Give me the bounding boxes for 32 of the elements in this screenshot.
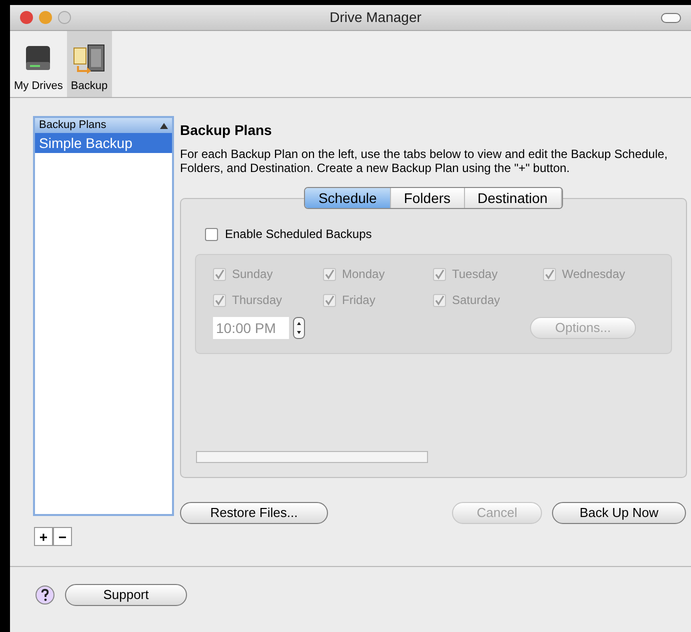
stepper-icon[interactable] xyxy=(293,317,305,339)
sort-arrow-icon xyxy=(160,122,168,128)
checkbox-label: Saturday xyxy=(452,292,500,309)
section-heading: Backup Plans xyxy=(180,121,273,140)
checkbox-label: Tuesday xyxy=(452,266,498,283)
checkbox-label: Friday xyxy=(342,292,376,309)
close-button[interactable] xyxy=(20,11,33,24)
backup-icon xyxy=(71,42,108,74)
tab[interactable]: Schedule xyxy=(305,188,391,208)
list-item[interactable]: Simple Backup xyxy=(35,133,172,153)
description: For each Backup Plan on the left, use the tabs below to view and edit the Backup Schedule, Folders, and Destination. Create a new Backup Plan using the "+" button. xyxy=(180,147,669,175)
column-header[interactable]: Backup Plans xyxy=(35,118,172,133)
checkbox-label: Enable Scheduled Backups xyxy=(225,226,372,243)
checkbox-label: Sunday xyxy=(232,266,273,283)
help-icon[interactable] xyxy=(35,585,55,605)
action-button[interactable]: Back Up Now xyxy=(552,502,686,524)
list-button[interactable]: − xyxy=(53,527,72,546)
checkbox-label: Monday xyxy=(342,266,385,283)
toolbar-item[interactable]: Backup xyxy=(66,31,112,97)
support-button[interactable]: Support xyxy=(65,584,187,606)
tab[interactable]: Destination xyxy=(464,188,562,208)
checkbox-label: Thursday xyxy=(232,292,282,309)
toolbar-item[interactable]: My Drives xyxy=(10,31,67,97)
checkbox-label: Wednesday xyxy=(562,266,626,283)
minimize-button[interactable] xyxy=(39,11,52,24)
action-button[interactable]: Restore Files... xyxy=(180,502,328,524)
zoom-button[interactable] xyxy=(58,11,71,24)
tab[interactable]: Folders xyxy=(390,188,465,208)
toolbar-toggle-icon[interactable] xyxy=(661,12,681,22)
checkbox[interactable] xyxy=(205,228,218,240)
window-title: Drive Manager xyxy=(328,8,422,27)
list-button[interactable]: + xyxy=(34,527,53,546)
